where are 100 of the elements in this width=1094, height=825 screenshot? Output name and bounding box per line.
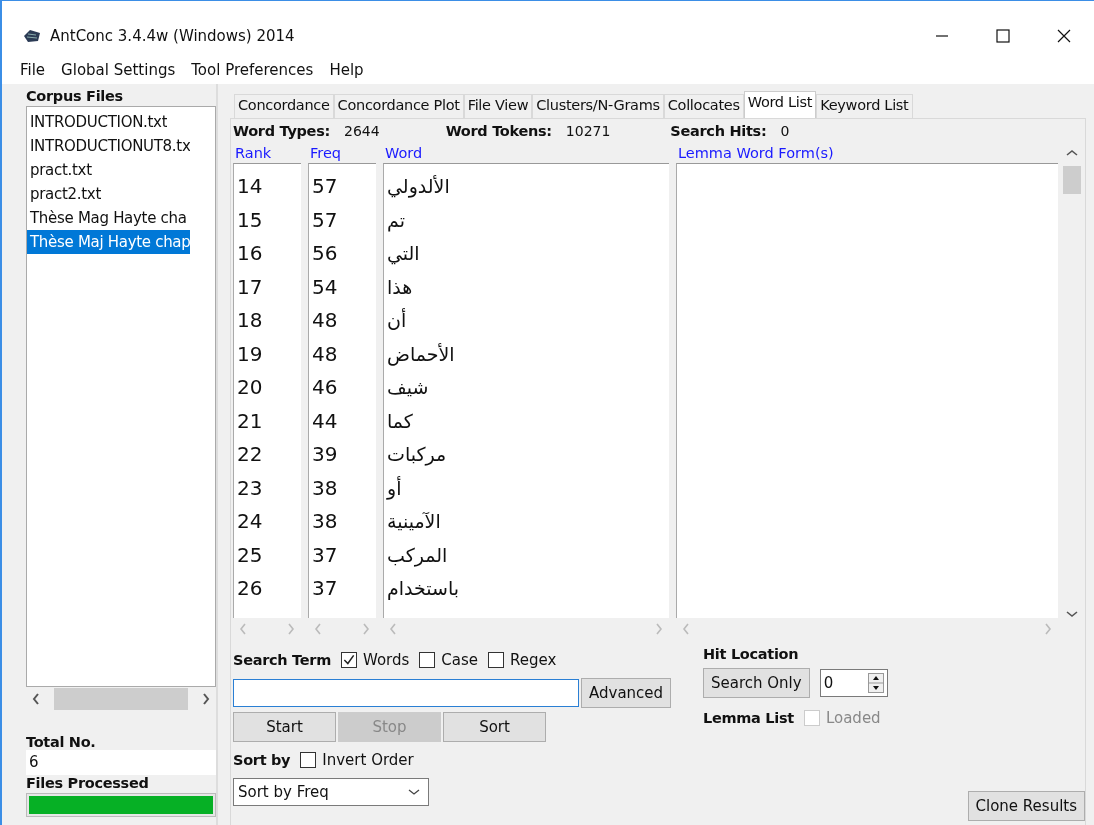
freq-cell-text: 54 — [311, 273, 338, 301]
action-button[interactable]: Start — [233, 712, 336, 742]
word-cell-text: التي — [386, 241, 420, 267]
freq-cell-text: 48 — [311, 340, 338, 368]
hit-location-spinner[interactable]: 0 — [819, 669, 888, 697]
rank-cell-text: 16 — [236, 240, 263, 267]
sort-by-label: Sort by — [233, 752, 291, 768]
checkbox-label: Case — [441, 651, 479, 669]
stat-label: Word Tokens: — [445, 123, 552, 139]
action-button[interactable]: Sort — [443, 712, 546, 742]
corpus-file-item[interactable]: pract.txt — [27, 158, 92, 182]
checkbox-label: Words — [362, 651, 410, 669]
checkbox-label: Loaded — [825, 709, 881, 727]
corpus-file-item[interactable]: Thèse Maj Hayte chap — [27, 230, 191, 254]
search-term-label: Search Term — [233, 652, 331, 668]
rank-cell-text: 14 — [236, 173, 263, 200]
corpus-file-item[interactable]: INTRODUCTION.txt — [27, 110, 168, 134]
scrollbar-thumb[interactable] — [1063, 166, 1081, 194]
app-icon — [22, 27, 42, 44]
freq-cell-text: 57 — [311, 206, 338, 234]
tab[interactable]: Concordance Plot — [333, 94, 464, 118]
freq-cell-text: 39 — [311, 441, 338, 468]
freq-cell-text: 38 — [311, 508, 338, 535]
word-cell-text: المركب — [386, 542, 448, 569]
word-cell-text: أن — [386, 307, 407, 333]
freq-cell-text: 44 — [311, 407, 338, 435]
checkbox[interactable] — [419, 652, 436, 668]
checkbox[interactable] — [488, 652, 505, 668]
rank-cell-text: 17 — [236, 273, 263, 301]
freq-cell-text: 37 — [311, 541, 338, 569]
rank-cell-text: 24 — [236, 508, 263, 535]
checkbox[interactable] — [300, 752, 317, 768]
rank-cell-text: 19 — [236, 340, 263, 368]
tab[interactable]: Word List — [743, 91, 817, 118]
word-cell-text: شيف — [386, 375, 429, 400]
advanced-button[interactable]: Advanced — [581, 678, 672, 708]
word-cell-text: الآمينية — [386, 509, 441, 534]
stat-label: Search Hits: — [670, 123, 767, 139]
menu-item[interactable]: Global Settings — [61, 61, 176, 79]
checkbox-label: Invert Order — [322, 751, 414, 769]
spinner-arrows-icon[interactable] — [867, 673, 884, 693]
word-cell-text: أو — [385, 475, 402, 502]
scroll-right-icon[interactable] — [202, 693, 210, 705]
scroll-left-icon[interactable] — [32, 693, 40, 705]
clone-results-button[interactable]: Clone Results — [967, 791, 1085, 821]
corpus-file-item[interactable]: Thèse Mag Hayte cha — [27, 206, 187, 230]
menu-item[interactable]: Help — [329, 61, 364, 79]
rank-cell-text: 20 — [236, 374, 263, 401]
rank-cell-text: 15 — [236, 206, 263, 234]
files-processed-label: Files Processed — [26, 775, 150, 791]
corpus-file-item[interactable]: pract2.txt — [27, 182, 101, 206]
word-cell-text: الألدولي — [386, 174, 450, 200]
freq-cell-text: 56 — [311, 240, 338, 267]
corpus-files-label: Corpus Files — [26, 88, 124, 104]
rank-cell-text: 25 — [236, 541, 263, 569]
freq-cell-text: 37 — [311, 575, 338, 602]
checkbox[interactable] — [340, 652, 357, 668]
word-cell-text: مركبات — [386, 442, 447, 468]
lemma-list-label: Lemma List — [703, 710, 794, 726]
word-cell-text: الأحماض — [386, 341, 455, 368]
scroll-up-icon[interactable] — [1066, 149, 1078, 157]
freq-cell-text: 57 — [311, 173, 338, 200]
search-input-field[interactable] — [233, 679, 579, 707]
checkbox-label: Regex — [510, 651, 557, 669]
word-cell-text: هذا — [386, 274, 413, 300]
stat-value: 10271 — [565, 123, 611, 139]
word-cell-text: تم — [386, 207, 405, 234]
freq-cell-text: 38 — [311, 474, 338, 502]
search-only-button[interactable]: Search Only — [703, 668, 810, 698]
tab[interactable]: Keyword List — [816, 94, 913, 118]
stat-value: 0 — [780, 123, 790, 139]
window-title: AntConc 3.4.4w (Windows) 2014 — [50, 26, 295, 45]
corpus-file-item[interactable]: INTRODUCTIONUT8.tx — [27, 134, 191, 158]
hit-location-label: Hit Location — [703, 646, 800, 662]
scroll-down-icon[interactable] — [1066, 610, 1078, 618]
freq-cell-text: 48 — [311, 307, 338, 334]
stat-value: 2644 — [344, 123, 380, 139]
rank-cell-text: 22 — [236, 441, 263, 468]
rank-cell-text: 18 — [236, 307, 263, 334]
word-cell-text: كما — [386, 408, 413, 434]
column-header[interactable]: Rank — [233, 143, 272, 163]
tab[interactable]: File View — [463, 94, 533, 118]
menu-item[interactable]: File — [20, 61, 46, 79]
rank-cell-text: 21 — [236, 407, 263, 435]
tab[interactable]: Clusters/N-Grams — [532, 94, 664, 118]
stat-label: Word Types: — [233, 123, 330, 139]
rank-cell-text: 23 — [236, 474, 263, 502]
rank-cell-text: 26 — [236, 575, 263, 602]
column-header[interactable]: Lemma Word Form(s) — [676, 143, 834, 163]
column-header[interactable]: Word — [383, 143, 423, 163]
freq-cell-text: 46 — [311, 374, 338, 401]
column-header[interactable]: Freq — [308, 143, 342, 163]
word-cell-text: باستخدام — [386, 576, 459, 602]
menu-item[interactable]: Tool Preferences — [191, 61, 314, 79]
total-value: 6 — [26, 750, 216, 775]
tab[interactable]: Concordance — [234, 94, 334, 118]
sort-dropdown[interactable]: Sort by Freq — [233, 778, 429, 806]
total-label: Total No. — [26, 734, 97, 750]
tab[interactable]: Collocates — [663, 94, 744, 118]
dropdown-caret-icon — [408, 788, 420, 796]
